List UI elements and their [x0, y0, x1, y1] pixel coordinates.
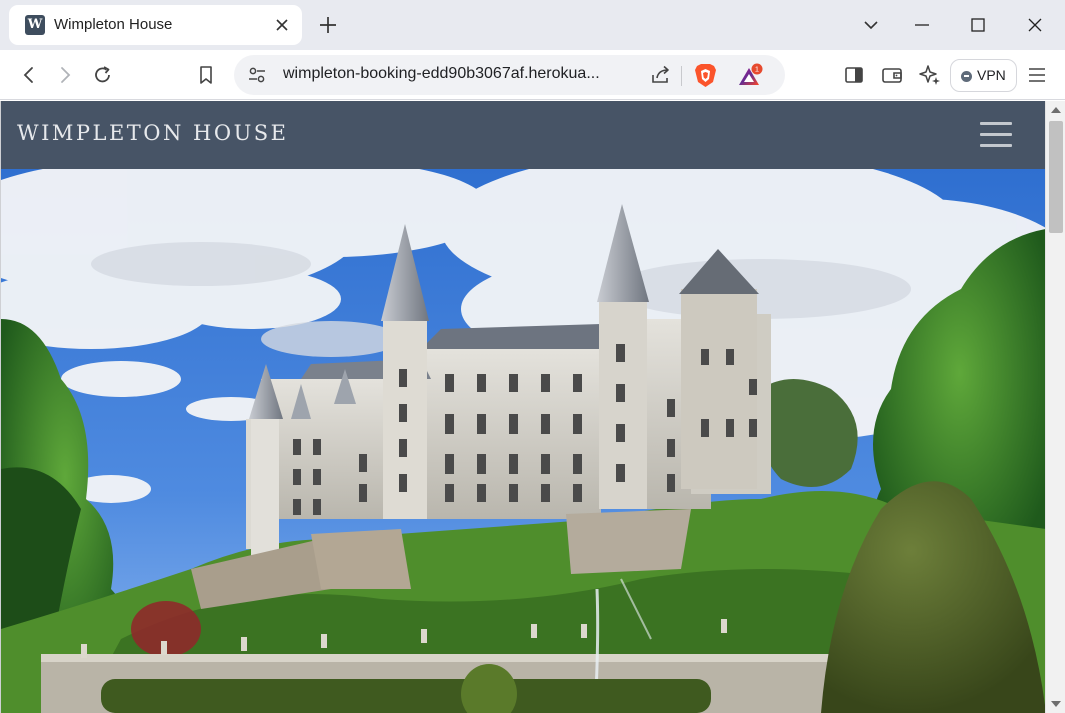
site-navbar: WIMPLETON HOUSE [1, 101, 1045, 169]
maximize-window-icon[interactable] [965, 12, 991, 38]
back-arrow-icon[interactable] [16, 62, 42, 88]
bookmark-icon[interactable] [193, 62, 219, 88]
site-brand[interactable]: WIMPLETON HOUSE [17, 121, 289, 145]
leo-ai-icon[interactable] [917, 62, 943, 88]
close-window-icon[interactable] [1022, 12, 1048, 38]
page-scrollbar[interactable] [1045, 101, 1065, 713]
browser-tab[interactable]: W Wimpleton House [9, 5, 302, 45]
hero-castle-image [1, 169, 1045, 713]
vpn-status-icon [961, 71, 972, 82]
tab-search-chevron-icon[interactable] [858, 12, 884, 38]
menu-icon[interactable] [1024, 62, 1050, 88]
minimize-window-icon[interactable] [909, 12, 935, 38]
wallet-icon[interactable] [879, 62, 905, 88]
share-icon[interactable] [649, 63, 673, 87]
scroll-up-arrow-icon[interactable] [1051, 107, 1061, 113]
forward-arrow-icon[interactable] [52, 62, 78, 88]
tab-strip: W Wimpleton House [0, 0, 1065, 50]
rewards-badge-count: 1 [755, 65, 759, 74]
site-favicon-icon: W [25, 15, 45, 35]
close-tab-icon[interactable] [272, 15, 292, 35]
vpn-label: VPN [977, 67, 1006, 83]
tab-title: Wimpleton House [54, 16, 173, 33]
site-settings-icon[interactable] [246, 64, 268, 86]
brave-rewards-icon[interactable]: 1 [737, 63, 765, 89]
hamburger-menu-icon[interactable] [980, 122, 1012, 148]
page-viewport: WIMPLETON HOUSE [0, 101, 1045, 713]
sidebar-icon[interactable] [841, 62, 867, 88]
scrollbar-thumb[interactable] [1049, 121, 1063, 233]
scroll-down-arrow-icon[interactable] [1051, 701, 1061, 707]
address-bar[interactable]: wimpleton-booking-edd90b3067af.herokua..… [234, 55, 785, 95]
new-tab-icon[interactable] [316, 13, 340, 37]
browser-toolbar: wimpleton-booking-edd90b3067af.herokua..… [0, 50, 1065, 100]
vpn-button[interactable]: VPN [950, 59, 1017, 92]
reload-icon[interactable] [90, 62, 116, 88]
url-text[interactable]: wimpleton-booking-edd90b3067af.herokua..… [283, 65, 600, 83]
brave-shields-icon[interactable] [693, 62, 718, 89]
address-bar-divider [681, 66, 682, 86]
